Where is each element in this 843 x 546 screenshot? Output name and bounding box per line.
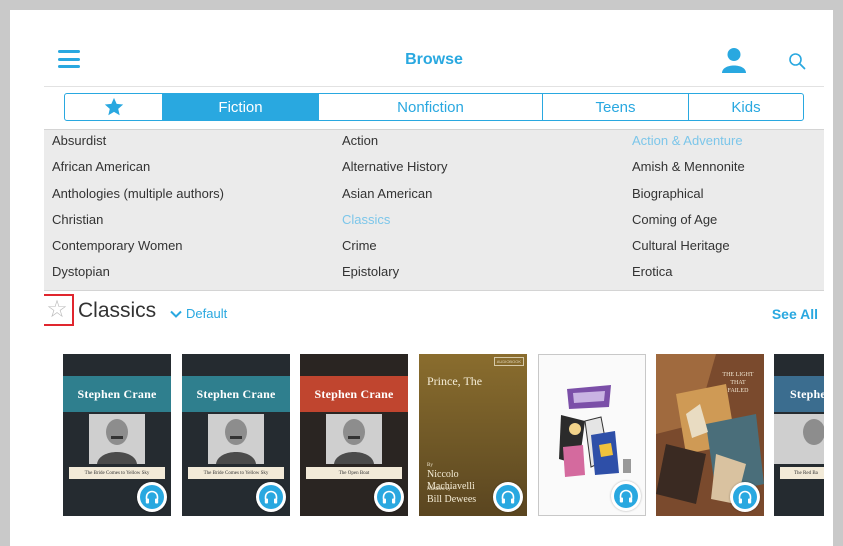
star-icon (104, 97, 123, 116)
search-icon[interactable] (788, 52, 806, 70)
genre-item[interactable]: Absurdist (52, 133, 106, 148)
book-cover[interactable]: THE LIGHT THAT FAILED (656, 354, 764, 516)
see-all-link[interactable]: See All (772, 306, 818, 322)
headphones-icon (264, 490, 278, 504)
chevron-down-icon (170, 310, 182, 318)
book-cover[interactable]: AUDIOBOOK Prince, The By Niccolo Machiav… (419, 354, 527, 516)
genre-item[interactable]: Epistolary (342, 264, 399, 279)
genre-list: Absurdist Action Action & Adventure Afri… (44, 129, 824, 291)
headphones-icon (501, 490, 515, 504)
category-tabs: Fiction Nonfiction Teens Kids (64, 93, 804, 121)
user-icon[interactable] (720, 46, 748, 74)
cover-author-band: Stephen Crane (63, 376, 171, 412)
cover-author-band: Stephen (774, 376, 824, 412)
genre-item[interactable]: Dystopian (52, 264, 110, 279)
audiobook-badge[interactable] (611, 481, 641, 511)
window-frame-right (833, 0, 843, 546)
tab-nonfiction[interactable]: Nonfiction (319, 94, 543, 120)
audiobook-badge[interactable] (256, 482, 286, 512)
app-container: Browse Fiction Nonfiction Teens Kids Abs… (44, 36, 824, 526)
book-cover[interactable]: Stephen Crane The Bride Comes to Yellow … (63, 354, 171, 516)
cover-author-prefix: By (427, 463, 433, 468)
book-cover[interactable]: Stephen Crane The Bride Comes to Yellow … (182, 354, 290, 516)
genre-item[interactable]: Crime (342, 238, 377, 253)
book-cover[interactable]: Stephen The Red Ba (774, 354, 824, 516)
svg-text:THE LIGHT: THE LIGHT (722, 372, 753, 378)
author-portrait-image (774, 414, 824, 464)
genre-item[interactable]: Christian (52, 212, 103, 227)
headphones-icon (145, 490, 159, 504)
book-cover[interactable] (538, 354, 646, 516)
page-title: Browse (405, 51, 463, 68)
genre-item[interactable]: Biographical (632, 186, 704, 201)
genre-item[interactable]: African American (52, 159, 150, 174)
top-bar: Browse (44, 36, 824, 87)
headphones-icon (738, 490, 752, 504)
genre-item[interactable]: Action (342, 133, 378, 148)
audiobook-badge[interactable] (493, 482, 523, 512)
audiobook-badge[interactable] (374, 482, 404, 512)
cover-title: Prince, The (427, 374, 483, 388)
cover-subtitle: The Open Boat (306, 467, 402, 479)
sort-dropdown[interactable]: Default (170, 306, 227, 321)
section-header: ☆ Classics Default See All (44, 294, 824, 334)
section-title: Classics (78, 299, 157, 322)
genre-item[interactable]: Anthologies (multiple authors) (52, 186, 224, 201)
audiobook-badge[interactable] (137, 482, 167, 512)
author-portrait-image (89, 414, 145, 464)
svg-text:THAT: THAT (730, 380, 746, 386)
genre-item[interactable]: Coming of Age (632, 212, 717, 227)
tab-kids[interactable]: Kids (689, 94, 803, 120)
genre-item[interactable]: Contemporary Women (52, 238, 183, 253)
headphones-icon (382, 490, 396, 504)
svg-text:FAILED: FAILED (728, 388, 750, 394)
cover-subtitle: The Bride Comes to Yellow Sky (69, 467, 165, 479)
window-frame-top (0, 0, 843, 10)
audiobook-tag: AUDIOBOOK (493, 357, 524, 366)
genre-item[interactable]: Alternative History (342, 159, 447, 174)
audiobook-badge[interactable] (730, 482, 760, 512)
hamburger-menu-icon[interactable] (58, 50, 80, 68)
window-frame-left (0, 0, 10, 546)
tab-fiction[interactable]: Fiction (163, 94, 319, 120)
cover-subtitle: The Red Ba (780, 467, 824, 479)
genre-item[interactable]: Classics (342, 212, 390, 227)
author-portrait-image (326, 414, 382, 464)
favorite-star-button[interactable]: ☆ (44, 294, 74, 326)
star-outline-icon: ☆ (46, 296, 68, 323)
cover-narrator-prefix: Narrated by (427, 487, 451, 492)
genre-item[interactable]: Cultural Heritage (632, 238, 730, 253)
cover-narrator: Bill Dewees (427, 494, 477, 505)
genre-item[interactable]: Action & Adventure (632, 133, 743, 148)
genre-item[interactable]: Amish & Mennonite (632, 159, 745, 174)
author-portrait-image (208, 414, 264, 464)
headphones-icon (619, 489, 633, 503)
cover-author-band: Stephen Crane (300, 376, 408, 412)
book-cover[interactable]: Stephen Crane The Open Boat (300, 354, 408, 516)
genre-item[interactable]: Asian American (342, 186, 432, 201)
tab-teens[interactable]: Teens (543, 94, 689, 120)
sort-label: Default (186, 306, 228, 321)
cover-subtitle: The Bride Comes to Yellow Sky (188, 467, 284, 479)
genre-item[interactable]: Erotica (632, 264, 672, 279)
cover-author-band: Stephen Crane (182, 376, 290, 412)
tab-favorites[interactable] (65, 94, 163, 120)
